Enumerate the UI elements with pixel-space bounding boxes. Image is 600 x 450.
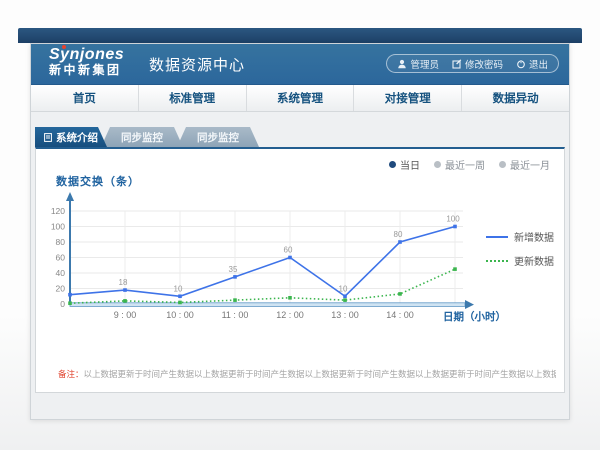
svg-text:35: 35 [229, 265, 238, 274]
content-area: 系统介绍 同步监控 同步监控 当日 最近一周 [31, 112, 569, 420]
radio-dot [389, 161, 396, 168]
legend-label: 更新数据 [514, 253, 554, 268]
svg-text:80: 80 [56, 237, 66, 247]
time-range-filter: 当日 最近一周 最近一月 [389, 157, 550, 172]
app-window: Synjones 新中新集团 数据资源中心 管理员 修改密码 [30, 43, 570, 420]
logout-button[interactable]: 退出 [516, 57, 548, 71]
current-user-button[interactable]: 管理员 [397, 57, 439, 71]
radio-today[interactable]: 当日 [389, 157, 420, 172]
svg-text:60: 60 [56, 253, 66, 263]
tab-sync-monitor-1[interactable]: 同步监控 [101, 127, 183, 147]
svg-text:9 : 00: 9 : 00 [114, 310, 137, 320]
tab-sync-monitor-2[interactable]: 同步监控 [177, 127, 259, 147]
radio-dot [499, 161, 506, 168]
footnote: 备注：以上数据更新于时间产生数据以上数据更新于时间产生数据以上数据更新于时间产生… [58, 368, 556, 380]
edit-icon [452, 59, 462, 69]
document-icon [44, 133, 52, 142]
nav-item-home[interactable]: 首页 [31, 85, 138, 111]
svg-text:120: 120 [51, 206, 65, 216]
page-title: 数据资源中心 [149, 44, 245, 85]
main-nav: 首页 标准管理 系统管理 对接管理 数据异动 [31, 85, 569, 112]
tab-label: 系统介绍 [56, 130, 98, 145]
brand-logo-text: Synjones [49, 47, 124, 64]
svg-text:10 : 00: 10 : 00 [166, 310, 194, 320]
radio-label: 当日 [400, 157, 420, 172]
svg-text:100: 100 [51, 222, 65, 232]
user-label: 管理员 [410, 57, 439, 71]
svg-text:10: 10 [339, 284, 348, 293]
tab-system-intro[interactable]: 系统介绍 [35, 127, 107, 147]
svg-text:10: 10 [174, 284, 183, 293]
radio-label: 最近一周 [445, 157, 485, 172]
chart-y-axis-title: 数据交换（条） [56, 173, 140, 189]
tab-label: 同步监控 [197, 130, 239, 145]
data-exchange-line-chart: 0 20 40 60 80 100 120 9 : 00 10 : 00 11 : 00 12 : … [46, 189, 556, 349]
window-top-band [18, 28, 582, 43]
chart-legend: 新增数据 更新数据 [486, 229, 554, 268]
legend-new-data: 新增数据 [486, 229, 554, 244]
user-toolbar: 管理员 修改密码 退出 [386, 54, 559, 73]
legend-line-sample-dotted [486, 260, 508, 262]
change-password-button[interactable]: 修改密码 [452, 57, 503, 71]
tab-bar: 系统介绍 同步监控 同步监控 [35, 127, 259, 147]
legend-line-sample-solid [486, 236, 508, 238]
svg-text:80: 80 [394, 230, 403, 239]
svg-text:14 : 00: 14 : 00 [386, 310, 414, 320]
footnote-label: 备注： [58, 369, 84, 379]
radio-label: 最近一月 [510, 157, 550, 172]
legend-updated-data: 更新数据 [486, 253, 554, 268]
svg-text:12 : 00: 12 : 00 [276, 310, 304, 320]
nav-item-standard-mgmt[interactable]: 标准管理 [138, 85, 246, 111]
nav-item-docking-mgmt[interactable]: 对接管理 [353, 85, 461, 111]
svg-text:18: 18 [119, 278, 128, 287]
svg-text:40: 40 [56, 268, 66, 278]
svg-text:13 : 00: 13 : 00 [331, 310, 359, 320]
svg-text:日期（小时）: 日期（小时） [443, 310, 506, 323]
legend-label: 新增数据 [514, 229, 554, 244]
svg-text:0: 0 [60, 299, 65, 309]
svg-text:100: 100 [446, 215, 460, 224]
brand-logo: Synjones 新中新集团 [49, 47, 124, 76]
nav-item-data-changes[interactable]: 数据异动 [461, 85, 569, 111]
svg-text:11 : 00: 11 : 00 [222, 310, 249, 320]
brand-logo-subtitle: 新中新集团 [49, 64, 124, 77]
svg-text:60: 60 [284, 246, 293, 255]
tab-label: 同步监控 [121, 130, 163, 145]
power-icon [516, 59, 526, 69]
chart-panel: 当日 最近一周 最近一月 数据交换（条） 0 20 40 60 80 100 120 9 : … [35, 147, 565, 393]
user-icon [397, 59, 407, 69]
svg-text:20: 20 [56, 284, 66, 294]
radio-last-week[interactable]: 最近一周 [434, 157, 485, 172]
logo-red-dot [62, 45, 66, 49]
logout-label: 退出 [529, 57, 548, 71]
radio-dot [434, 161, 441, 168]
footnote-text: 以上数据更新于时间产生数据以上数据更新于时间产生数据以上数据更新于时间产生数据以… [84, 369, 556, 379]
nav-item-system-mgmt[interactable]: 系统管理 [246, 85, 354, 111]
change-password-label: 修改密码 [465, 57, 503, 71]
app-header: Synjones 新中新集团 数据资源中心 管理员 修改密码 [31, 44, 569, 85]
radio-last-month[interactable]: 最近一月 [499, 157, 550, 172]
